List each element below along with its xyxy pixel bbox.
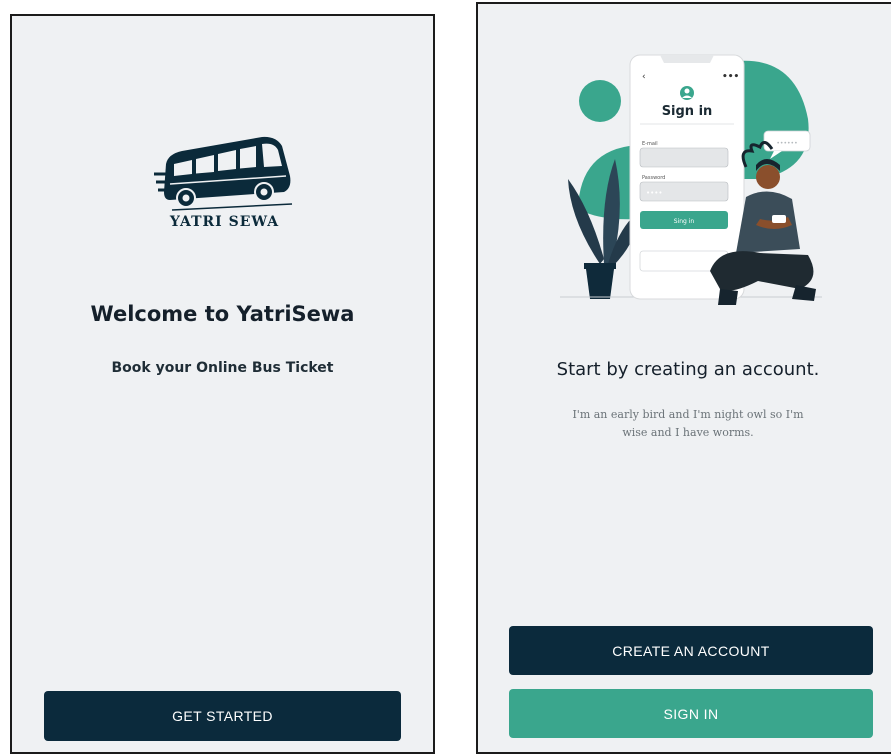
svg-text:•••: ••• xyxy=(722,72,739,82)
onboarding-description: I'm an early bird and I'm night owl so I… xyxy=(572,408,804,439)
welcome-title: Welcome to YatriSewa xyxy=(90,302,355,326)
logo-text: YATRI SEWA xyxy=(169,214,280,230)
onboarding-screen: ‹ ••• Sign in E-mail Password •••• Sing … xyxy=(476,2,891,754)
welcome-subtitle: Book your Online Bus Ticket xyxy=(111,360,334,376)
onboarding-title: Start by creating an account. xyxy=(556,359,820,380)
password-label: Password xyxy=(642,175,665,181)
bus-logo: YATRI SEWA xyxy=(152,134,297,254)
get-started-button[interactable]: GET STARTED xyxy=(44,691,401,741)
create-account-button[interactable]: CREATE AN ACCOUNT xyxy=(509,626,873,675)
bus-icon xyxy=(154,136,293,211)
password-dots: •••• xyxy=(646,189,663,197)
sign-in-button[interactable]: SIGN IN xyxy=(509,689,873,738)
illustration-heading: Sign in xyxy=(662,104,713,119)
welcome-screen: YATRI SEWA Welcome to YatriSewa Book you… xyxy=(10,14,435,754)
illustration-button-label: Sing in xyxy=(674,218,695,225)
svg-text:‹: ‹ xyxy=(642,72,646,82)
email-label: E-mail xyxy=(642,141,658,147)
decor-circle xyxy=(579,80,621,122)
sign-in-illustration: ‹ ••• Sign in E-mail Password •••• Sing … xyxy=(560,49,822,329)
bubble-dots: •••••• xyxy=(776,140,797,147)
